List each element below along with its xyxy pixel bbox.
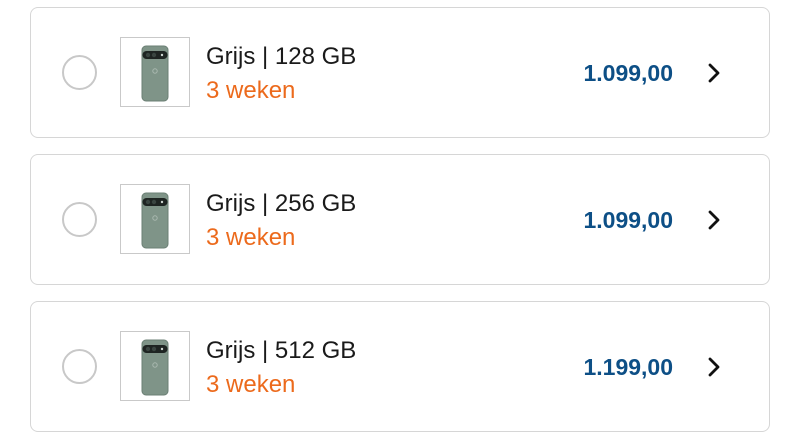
chevron-right-icon[interactable] xyxy=(704,209,724,231)
delivery-time: 3 weken xyxy=(206,371,296,398)
variant-label: Grijs | 512 GB xyxy=(206,337,357,364)
delivery-time: 3 weken xyxy=(206,224,296,251)
delivery-time: 3 weken xyxy=(206,77,296,104)
radio-button[interactable] xyxy=(62,55,97,90)
phone-thumbnail-icon xyxy=(141,192,169,249)
phone-thumbnail-icon xyxy=(141,45,169,102)
variant-option-list: Grijs | 128 GB 3 weken 1.099,00 Grijs | … xyxy=(30,7,770,448)
price: 1.099,00 xyxy=(583,207,673,233)
product-thumbnail xyxy=(120,184,190,254)
variant-label: Grijs | 256 GB xyxy=(206,190,357,217)
price: 1.099,00 xyxy=(583,60,673,86)
chevron-right-icon[interactable] xyxy=(704,356,724,378)
radio-button[interactable] xyxy=(62,349,97,384)
variant-option-card[interactable]: Grijs | 256 GB 3 weken 1.099,00 xyxy=(30,154,770,285)
product-thumbnail xyxy=(120,37,190,107)
variant-option-card[interactable]: Grijs | 512 GB 3 weken 1.199,00 xyxy=(30,301,770,432)
phone-thumbnail-icon xyxy=(141,339,169,396)
chevron-right-icon[interactable] xyxy=(704,62,724,84)
radio-button[interactable] xyxy=(62,202,97,237)
variant-option-card[interactable]: Grijs | 128 GB 3 weken 1.099,00 xyxy=(30,7,770,138)
variant-label: Grijs | 128 GB xyxy=(206,43,357,70)
product-thumbnail xyxy=(120,331,190,401)
price: 1.199,00 xyxy=(583,354,673,380)
